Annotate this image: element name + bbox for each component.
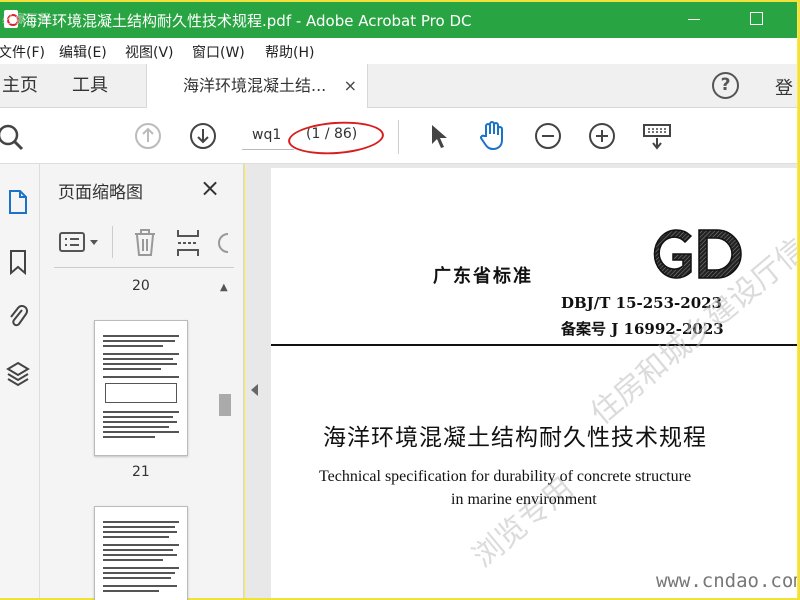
menu-edit[interactable]: 编辑(E): [59, 42, 107, 62]
page-number-input[interactable]: wq1: [242, 122, 294, 150]
trash-icon[interactable]: [132, 228, 158, 258]
navigation-rail: [0, 164, 40, 598]
thumbnail-page-21[interactable]: [94, 320, 188, 456]
maximize-button[interactable]: [744, 8, 768, 30]
thumbnails-scrollbar[interactable]: ▲: [216, 278, 234, 598]
toolbar-divider: [398, 120, 399, 154]
thumbnails-toolbar-divider: [112, 226, 113, 258]
tab-close-icon[interactable]: ×: [344, 64, 357, 108]
rotate-icon[interactable]: [214, 230, 232, 256]
collapse-panel-icon[interactable]: [251, 384, 258, 396]
layers-icon[interactable]: [6, 360, 30, 390]
search-icon[interactable]: [0, 122, 28, 152]
select-tool-icon[interactable]: [428, 122, 450, 150]
tab-document-label: 海洋环境混凝土结...: [183, 76, 327, 95]
window-title: 海洋环境混凝土结构耐久性技术规程.pdf - Adobe Acrobat Pro…: [22, 12, 472, 30]
menu-help[interactable]: 帮助(H): [265, 42, 314, 62]
thumbnails-close-icon[interactable]: ×: [200, 174, 220, 202]
thumbnails-toolbar: [54, 218, 234, 268]
menu-bar: 文件(F) 编辑(E) 视图(V) 窗口(W) 帮助(H): [0, 38, 797, 64]
tab-tools[interactable]: 工具: [72, 64, 108, 108]
hand-tool-icon[interactable]: [478, 120, 508, 152]
red-annotation-ellipse: [287, 118, 385, 158]
zoom-in-icon[interactable]: [588, 122, 616, 150]
document-title-en: Technical specification for durability o…: [319, 468, 692, 485]
thumbnail-page-label: 20: [132, 278, 150, 294]
pdf-page: 广东省标准 DBJ/T 15-253-2023 备案号 J 16992-2023…: [271, 168, 797, 598]
header-rule: [271, 344, 797, 346]
keyboard-icon[interactable]: [642, 122, 672, 152]
document-title-en-line2: in marine environment: [451, 491, 597, 508]
page-thumbnails-icon[interactable]: [6, 188, 30, 216]
thumbnails-title: 页面缩略图: [58, 183, 143, 203]
insert-page-icon[interactable]: [174, 228, 202, 258]
menu-window[interactable]: 窗口(W): [192, 42, 245, 62]
title-bar: 海洋环境混凝土结构耐久性技术规程.pdf - Adobe Acrobat Pro…: [0, 2, 797, 38]
document-title-cn: 海洋环境混凝土结构耐久性技术规程: [323, 425, 707, 451]
scrollbar-thumb[interactable]: [219, 394, 231, 416]
thumbnail-page-22[interactable]: [94, 506, 188, 600]
attachment-icon[interactable]: [6, 302, 30, 332]
scroll-up-icon[interactable]: ▲: [220, 282, 228, 293]
thumbnail-options-icon[interactable]: [58, 230, 102, 256]
bookmark-icon[interactable]: [6, 248, 30, 276]
thumbnail-page-label: 21: [132, 464, 150, 480]
zoom-out-icon[interactable]: [534, 122, 562, 150]
tab-home[interactable]: 主页: [2, 64, 38, 108]
help-icon[interactable]: ?: [712, 72, 739, 99]
standard-region: 广东省标准: [433, 266, 533, 287]
thumbnails-panel: 页面缩略图 × 20 21 ▲: [40, 164, 244, 600]
minimize-button[interactable]: [682, 8, 706, 30]
login-button[interactable]: 登: [775, 74, 793, 100]
document-view: 广东省标准 DBJ/T 15-253-2023 备案号 J 16992-2023…: [245, 164, 797, 598]
site-watermark: www.cndao.com: [656, 570, 797, 592]
tab-bar: 主页 工具 海洋环境混凝土结... × ? 登: [0, 64, 797, 108]
menu-view[interactable]: 视图(V): [125, 42, 174, 62]
toolbar: wq1 (1 / 86): [0, 108, 797, 164]
menu-file[interactable]: 文件(F): [0, 42, 45, 62]
corner-watermark: 必赢下载: [2, 12, 51, 26]
previous-page-icon[interactable]: [134, 122, 162, 150]
tab-document[interactable]: 海洋环境混凝土结... ×: [146, 64, 368, 108]
next-page-icon[interactable]: [189, 122, 217, 150]
